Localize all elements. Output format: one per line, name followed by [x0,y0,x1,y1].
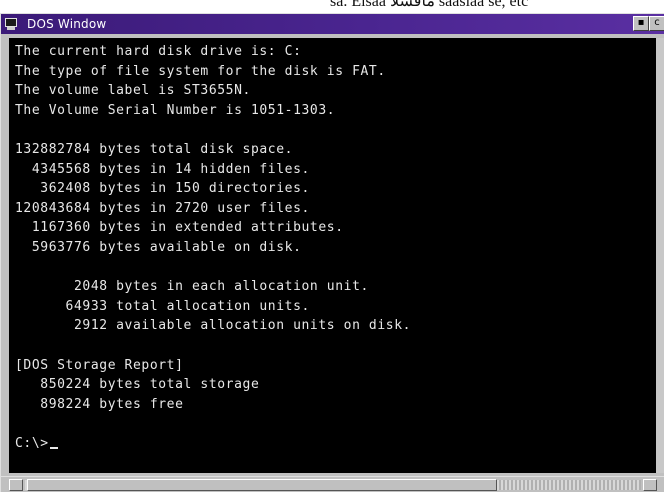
console-line: 2048 bytes in each allocation unit. [15,279,369,295]
window-controls: ▪ c [633,16,664,31]
text-cursor [49,446,58,449]
minimize-button[interactable]: ▪ [633,16,649,31]
close-button[interactable]: c [649,16,664,31]
scroll-left-button[interactable] [9,479,23,491]
console-line: 898224 bytes free [15,396,184,412]
dos-window-icon[interactable] [5,18,19,30]
console-line: [DOS Storage Report] [15,357,184,373]
console-line: 4345568 bytes in 14 hidden files. [15,161,310,177]
page-caption: sa. Eisaa ماقشلا saasiaa se, etc [330,0,529,10]
console-output[interactable]: The current hard disk drive is: C: The t… [9,38,657,473]
command-prompt-line[interactable]: C:\> [15,434,657,454]
console-line: 5963776 bytes available on disk. [15,239,302,255]
console-line: 850224 bytes total storage [15,377,260,393]
console-line: The Volume Serial Number is 1051-1303. [15,102,336,118]
console-line: 132882784 bytes total disk space. [15,141,294,157]
console-line: The current hard disk drive is: C: [15,44,302,59]
title-bar[interactable]: DOS Window ▪ c [1,14,664,34]
window-title: DOS Window [27,17,107,31]
screenshot-page: sa. Eisaa ماقشلا saasiaa se, etc DOS Win… [0,0,664,492]
console-line: 1167360 bytes in extended attributes. [15,220,344,236]
console-line: 64933 total allocation units. [15,298,310,314]
console-line: The type of file system for the disk is … [15,63,386,79]
vertical-scrollbar[interactable] [656,38,664,473]
console-line: The volume label is ST3655N. [15,83,251,99]
scroll-right-button[interactable] [643,479,657,491]
scroll-thumb[interactable] [27,479,497,491]
horizontal-scrollbar[interactable] [1,476,664,492]
command-prompt: C:\> [15,435,49,451]
console-line: 2912 available allocation units on disk. [15,318,412,334]
dos-window[interactable]: DOS Window ▪ c The current hard disk dri… [0,13,664,492]
console-line: 120843684 bytes in 2720 user files. [15,200,310,216]
console-line: 362408 bytes in 150 directories. [15,181,310,197]
